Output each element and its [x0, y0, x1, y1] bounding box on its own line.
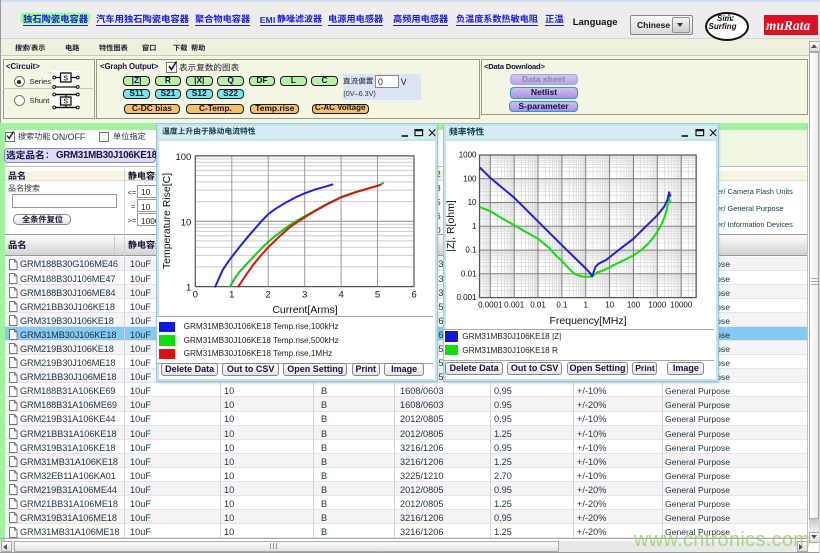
svg-text:3: 3	[302, 289, 307, 300]
svg-text:0.01: 0.01	[530, 300, 546, 309]
svg-text:0.1: 0.1	[465, 245, 477, 254]
svg-text:Temperature Rise[C]: Temperature Rise[C]	[161, 172, 173, 268]
svg-text:0.01: 0.01	[461, 269, 477, 278]
svg-text:0: 0	[192, 289, 197, 300]
svg-text:1: 1	[583, 300, 588, 309]
svg-text:10000: 10000	[670, 300, 693, 309]
svg-text:Frequency[MHz]: Frequency[MHz]	[549, 315, 626, 327]
svg-text:5: 5	[374, 289, 379, 300]
svg-text:2: 2	[265, 289, 270, 300]
svg-text:0.1: 0.1	[556, 300, 568, 309]
svg-text:100: 100	[175, 151, 191, 162]
svg-text:|Z|, R[ohm]: |Z|, R[ohm]	[445, 200, 457, 252]
svg-text:100: 100	[627, 300, 641, 309]
svg-text:0.0001: 0.0001	[478, 300, 503, 309]
svg-text:6: 6	[411, 289, 416, 300]
svg-text:1: 1	[229, 289, 234, 300]
svg-text:100: 100	[463, 174, 477, 183]
svg-text:10: 10	[467, 198, 476, 207]
svg-text:1: 1	[472, 221, 477, 230]
svg-text:0.001: 0.001	[504, 300, 525, 309]
svg-text:1: 1	[186, 282, 191, 293]
svg-text:1000: 1000	[459, 150, 477, 159]
svg-text:S: S	[63, 73, 68, 82]
svg-text:4: 4	[338, 289, 343, 300]
svg-text:1000: 1000	[648, 300, 666, 309]
svg-text:10: 10	[180, 217, 191, 228]
svg-text:10: 10	[605, 300, 614, 309]
svg-text:0.001: 0.001	[456, 293, 477, 302]
svg-text:Current[Arms]: Current[Arms]	[272, 304, 337, 316]
svg-text:S: S	[63, 99, 68, 106]
